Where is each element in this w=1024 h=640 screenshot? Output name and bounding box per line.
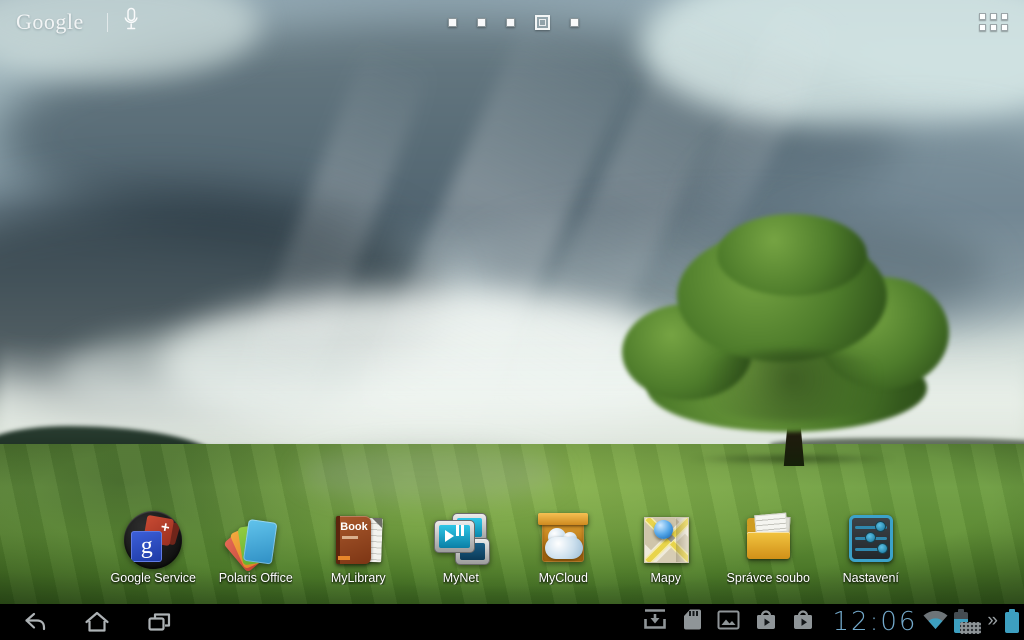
google-logo[interactable]: Google [16,9,84,35]
status-cluster[interactable]: 12:06 » [832,604,1019,640]
microphone-icon[interactable] [123,7,139,37]
google-search-widget[interactable]: Google [16,7,139,37]
grass-fog [300,446,560,501]
expand-icon[interactable]: » [987,610,998,632]
home-icon[interactable] [84,610,110,634]
recent-apps-icon[interactable] [146,610,173,634]
media-screens-icon [432,511,490,569]
back-icon[interactable] [22,610,48,634]
page-dot[interactable] [570,18,579,27]
settings-sliders-icon [842,511,900,569]
page-dot[interactable] [477,18,486,27]
map-icon [637,511,695,569]
app-mynet[interactable]: MyNet [410,511,513,585]
book-icon: Book [329,511,387,569]
play-icon [444,530,454,542]
home-page-indicator [448,15,579,30]
apps-grid-icon[interactable] [979,13,1008,31]
app-settings[interactable]: Nastavení [820,511,923,585]
notification-icons [641,604,815,640]
folder-icon [739,511,797,569]
nav-buttons [0,610,173,634]
app-label: MyCloud [538,571,588,585]
page-dot-active[interactable] [535,15,550,30]
page-dot[interactable] [506,18,515,27]
tablet-home-screen: Google + g Google Service Polaris Office… [0,0,1024,640]
app-mycloud[interactable]: MyCloud [512,511,615,585]
play-store-icon[interactable] [754,608,778,636]
dock-keyboard-icon [960,622,982,634]
clock[interactable]: 12:06 [832,607,917,637]
map-marker-ball [653,520,673,539]
page-dot[interactable] [448,18,457,27]
polaris-office-icon [222,511,285,573]
app-mylibrary[interactable]: Book MyLibrary [307,511,410,585]
cloud-icon [545,537,584,559]
app-mapy[interactable]: Mapy [615,511,718,585]
app-label: MyLibrary [330,571,386,585]
download-icon[interactable] [641,608,669,636]
app-label: Mapy [650,571,682,585]
wallpaper-tree [622,214,952,472]
app-polaris-office[interactable]: Polaris Office [205,511,308,585]
cloud-box-icon [534,511,592,569]
app-label: Polaris Office [218,571,293,585]
app-label: Google Service [110,571,196,585]
screenshot-image-icon[interactable] [716,609,741,636]
play-store-icon[interactable] [791,608,815,636]
app-label: Správce soubo [726,571,810,585]
dock: + g Google Service Polaris Office Book M… [102,511,922,585]
dock-battery-icon [1005,608,1019,633]
app-label: MyNet [442,571,479,585]
app-google-services[interactable]: + g Google Service [102,511,205,585]
divider [106,12,108,32]
system-bar: 12:06 » [0,604,1024,640]
wifi-icon [922,609,949,635]
sd-card-icon[interactable] [682,608,703,636]
app-file-manager[interactable]: Správce soubo [717,511,820,585]
app-label: Nastavení [842,571,899,585]
google-services-icon: + g [124,511,183,569]
